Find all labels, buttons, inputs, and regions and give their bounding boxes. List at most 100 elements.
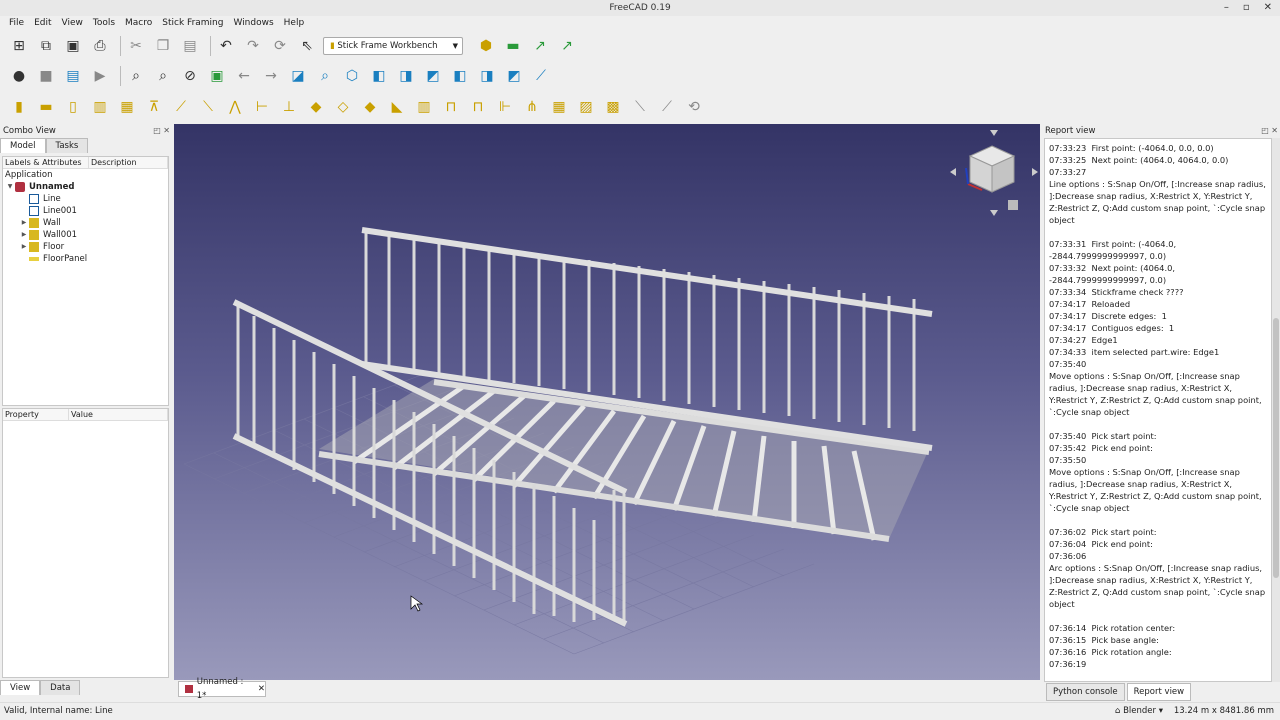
tree-item-line[interactable]: Line bbox=[3, 193, 168, 205]
measure-icon[interactable]: ⟋ bbox=[530, 65, 552, 87]
expand-icon[interactable]: ▶ bbox=[19, 217, 29, 229]
tree-item-wall[interactable]: ▶ Wall bbox=[3, 217, 168, 229]
scroll-thumb[interactable] bbox=[1273, 318, 1279, 578]
fit-all-icon[interactable]: ⌕ bbox=[125, 65, 147, 87]
draw-style-icon[interactable]: ⊘ bbox=[179, 65, 201, 87]
header-icon[interactable]: ⊼ bbox=[143, 96, 165, 118]
expand-icon[interactable]: ▶ bbox=[19, 229, 29, 241]
report-log[interactable]: 07:33:23 First point: (-4064.0, 0.0, 0.0… bbox=[1044, 138, 1272, 682]
menu-file[interactable]: File bbox=[4, 16, 29, 31]
front-view-icon[interactable]: ◧ bbox=[368, 65, 390, 87]
macros-icon[interactable]: ▤ bbox=[62, 65, 84, 87]
navigation-style[interactable]: Blender bbox=[1123, 706, 1156, 716]
tab-report-view[interactable]: Report view bbox=[1126, 683, 1192, 701]
tree-item-document[interactable]: ▼ Unnamed bbox=[3, 181, 168, 193]
tab-view[interactable]: View bbox=[0, 680, 41, 695]
menu-windows[interactable]: Windows bbox=[228, 16, 278, 31]
save-icon[interactable]: ▣ bbox=[62, 35, 84, 57]
tree-item-floorpanel[interactable]: FloorPanel bbox=[3, 253, 168, 265]
tree-header-labels[interactable]: Labels & Attributes bbox=[3, 157, 89, 168]
wall-frame-icon[interactable]: ▥ bbox=[89, 96, 111, 118]
property-header-value[interactable]: Value bbox=[69, 409, 168, 420]
expand-icon[interactable]: ▼ bbox=[5, 181, 15, 193]
cut-icon[interactable]: ✂ bbox=[125, 35, 147, 57]
tree-item-floor[interactable]: ▶ Floor bbox=[3, 241, 168, 253]
cripple-icon[interactable]: ⋔ bbox=[521, 96, 543, 118]
workbench-selector[interactable]: ▮ Stick Frame Workbench ▼ bbox=[323, 37, 463, 55]
forward-icon[interactable]: → bbox=[260, 65, 282, 87]
floor-panel-icon[interactable]: ◆ bbox=[305, 96, 327, 118]
bounding-box-icon[interactable]: ▣ bbox=[206, 65, 228, 87]
menu-macro[interactable]: Macro bbox=[120, 16, 157, 31]
floor-frame-icon[interactable]: ▥ bbox=[413, 96, 435, 118]
rear-view-icon[interactable]: ◧ bbox=[449, 65, 471, 87]
back-icon[interactable]: ← bbox=[233, 65, 255, 87]
3d-viewport[interactable] bbox=[174, 124, 1040, 680]
truss-icon[interactable]: ⊩ bbox=[494, 96, 516, 118]
tree-header-description[interactable]: Description bbox=[89, 157, 168, 168]
panel-icon[interactable]: ▦ bbox=[548, 96, 570, 118]
close-tab-icon[interactable]: ✕ bbox=[258, 682, 265, 696]
group-icon[interactable]: ▬ bbox=[502, 35, 524, 57]
close-icon[interactable]: ✕ bbox=[1264, 0, 1272, 16]
document-tab[interactable]: Unnamed : 1* ✕ bbox=[178, 677, 266, 701]
menu-help[interactable]: Help bbox=[279, 16, 310, 31]
corner-icon[interactable]: ⊥ bbox=[278, 96, 300, 118]
navigation-cube[interactable] bbox=[948, 128, 1040, 220]
top-view-icon[interactable]: ◨ bbox=[395, 65, 417, 87]
wall-opening-icon[interactable]: ▦ bbox=[116, 96, 138, 118]
stop-macro-icon[interactable]: ■ bbox=[35, 65, 57, 87]
stud-icon[interactable]: ▮ bbox=[8, 96, 30, 118]
isometric-icon[interactable]: ⬡ bbox=[341, 65, 363, 87]
link-actions-icon[interactable]: ↗ bbox=[556, 35, 578, 57]
tree-item-line001[interactable]: Line001 bbox=[3, 205, 168, 217]
ladder-icon[interactable]: ⊓ bbox=[440, 96, 462, 118]
dimension-icon[interactable]: ⟋ bbox=[656, 96, 678, 118]
right-view-icon[interactable]: ◩ bbox=[422, 65, 444, 87]
minimize-icon[interactable]: – bbox=[1224, 0, 1229, 16]
tab-python-console[interactable]: Python console bbox=[1046, 683, 1125, 701]
menu-stick-framing[interactable]: Stick Framing bbox=[157, 16, 228, 31]
undo-icon[interactable]: ↶ bbox=[215, 35, 237, 57]
tree-item-wall001[interactable]: ▶ Wall001 bbox=[3, 229, 168, 241]
print-icon[interactable]: ⎙ bbox=[89, 35, 111, 57]
report-scrollbar[interactable] bbox=[1272, 138, 1280, 682]
tab-tasks[interactable]: Tasks bbox=[45, 138, 89, 153]
tab-data[interactable]: Data bbox=[40, 680, 81, 695]
brace-icon[interactable]: ⟋ bbox=[170, 96, 192, 118]
bottom-view-icon[interactable]: ◨ bbox=[476, 65, 498, 87]
property-header-property[interactable]: Property bbox=[3, 409, 69, 420]
plate-icon[interactable]: ▬ bbox=[35, 96, 57, 118]
tree-root[interactable]: Application bbox=[3, 169, 168, 181]
refresh-icon[interactable]: ⟳ bbox=[269, 35, 291, 57]
panel-close-icon[interactable]: ◰ ✕ bbox=[153, 124, 170, 138]
post-icon[interactable]: ▯ bbox=[62, 96, 84, 118]
execute-macro-icon[interactable]: ▶ bbox=[89, 65, 111, 87]
maximize-icon[interactable]: ▫ bbox=[1243, 0, 1250, 16]
joist-hanger-icon[interactable]: ⊢ bbox=[251, 96, 273, 118]
left-view-icon[interactable]: ◩ bbox=[503, 65, 525, 87]
line-icon[interactable]: ⟍ bbox=[629, 96, 651, 118]
part-icon[interactable]: ⬢ bbox=[475, 35, 497, 57]
sheet-icon[interactable]: ▨ bbox=[575, 96, 597, 118]
cut-list-icon[interactable]: ▩ bbox=[602, 96, 624, 118]
stairs-icon[interactable]: ◣ bbox=[386, 96, 408, 118]
menu-edit[interactable]: Edit bbox=[29, 16, 56, 31]
link-icon[interactable]: ↗ bbox=[529, 35, 551, 57]
open-document-icon[interactable]: ⧉ bbox=[35, 35, 57, 57]
paste-icon[interactable]: ▤ bbox=[179, 35, 201, 57]
blocking-icon[interactable]: ⊓ bbox=[467, 96, 489, 118]
tab-model[interactable]: Model bbox=[0, 138, 46, 153]
fit-selection-icon[interactable]: ⌕ bbox=[152, 65, 174, 87]
copy-icon[interactable]: ❐ bbox=[152, 35, 174, 57]
menu-tools[interactable]: Tools bbox=[88, 16, 120, 31]
menu-view[interactable]: View bbox=[57, 16, 88, 31]
record-macro-icon[interactable]: ● bbox=[8, 65, 30, 87]
rafter-icon[interactable]: ⟍ bbox=[197, 96, 219, 118]
zoom-icon[interactable]: ⌕ bbox=[314, 65, 336, 87]
subfloor-icon[interactable]: ◇ bbox=[332, 96, 354, 118]
rotate-icon[interactable]: ⟲ bbox=[683, 96, 705, 118]
panel-close-icon[interactable]: ◰ ✕ bbox=[1261, 124, 1278, 138]
std-views-icon[interactable]: ◪ bbox=[287, 65, 309, 87]
new-document-icon[interactable]: ⊞ bbox=[8, 35, 30, 57]
